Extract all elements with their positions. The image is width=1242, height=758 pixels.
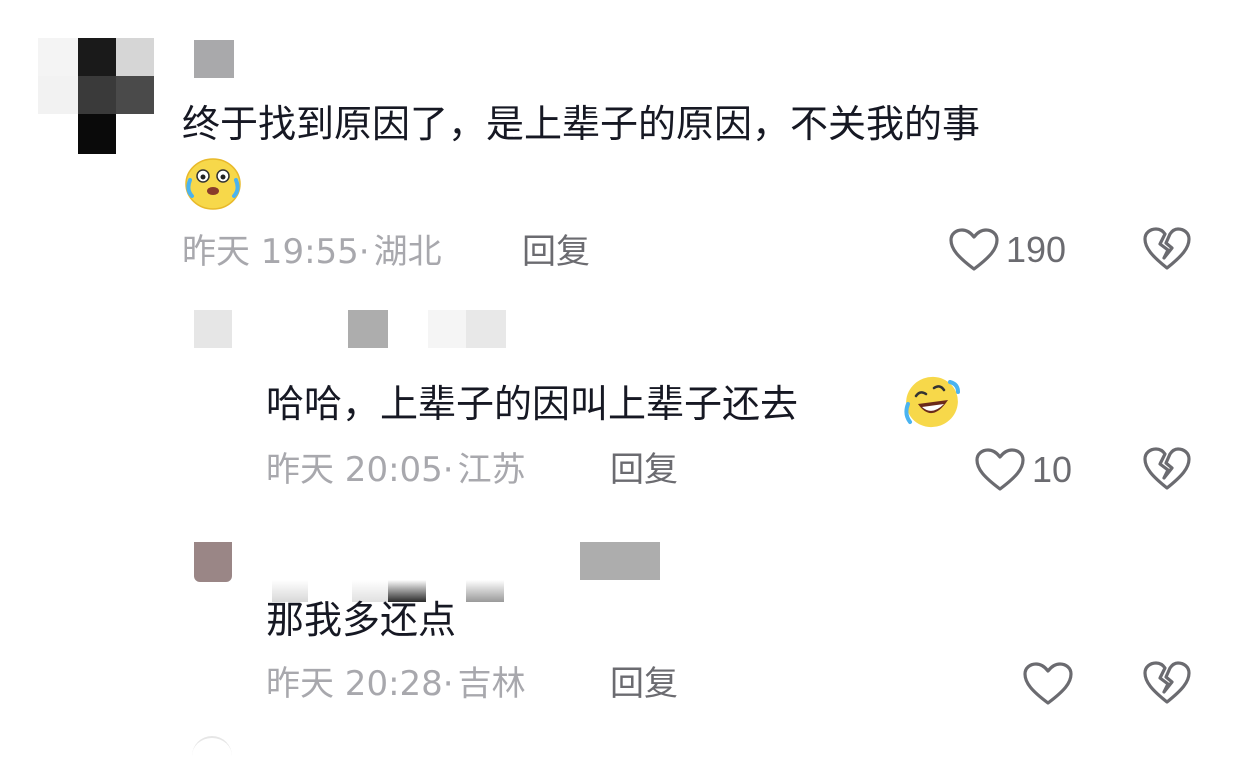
location: 湖北 [373,232,442,272]
timestamp: 昨天 20:05 [266,450,443,490]
separator: · [358,232,370,272]
heart-outline-icon [1022,661,1074,707]
comment-meta: 昨天 20:05· 江苏 [266,450,526,490]
separator: · [442,664,454,704]
comment-meta: 昨天 19:55· 湖北 [182,232,442,272]
timestamp: 昨天 19:55 [182,232,359,272]
reply-button[interactable]: 回复 [610,664,678,704]
like-count: 10 [1032,449,1073,490]
comment-text: 那我多还点 [266,598,457,642]
location: 江苏 [457,450,526,490]
like-button[interactable]: 190 [948,226,1066,274]
broken-heart-icon[interactable] [1142,226,1192,272]
username[interactable] [270,542,660,602]
username[interactable] [348,310,506,348]
avatar[interactable] [194,310,232,348]
username[interactable] [194,40,234,78]
like-count: 190 [1006,229,1067,270]
like-button[interactable]: 10 [974,446,1072,494]
broken-heart-icon[interactable] [1142,660,1192,706]
timestamp: 昨天 20:28 [266,664,443,704]
crying-laughing-emoji [184,156,242,210]
reply-button[interactable]: 回复 [610,450,678,490]
reply-button[interactable]: 回复 [522,232,590,272]
heart-outline-icon [974,447,1026,493]
comment-meta: 昨天 20:28· 吉林 [266,664,526,704]
separator: · [442,450,454,490]
rofl-emoji [902,374,960,430]
comment-text: 终于找到原因了，是上辈子的原因，不关我的事 [182,102,981,146]
like-button[interactable] [1022,660,1074,708]
broken-heart-icon[interactable] [1142,446,1192,492]
heart-outline-icon [948,227,1000,273]
avatar[interactable] [38,38,156,156]
location: 吉林 [457,664,526,704]
comment-text: 哈哈，上辈子的因叫上辈子还去 [266,382,799,426]
next-avatar-partial [192,736,232,758]
avatar[interactable] [194,542,232,582]
